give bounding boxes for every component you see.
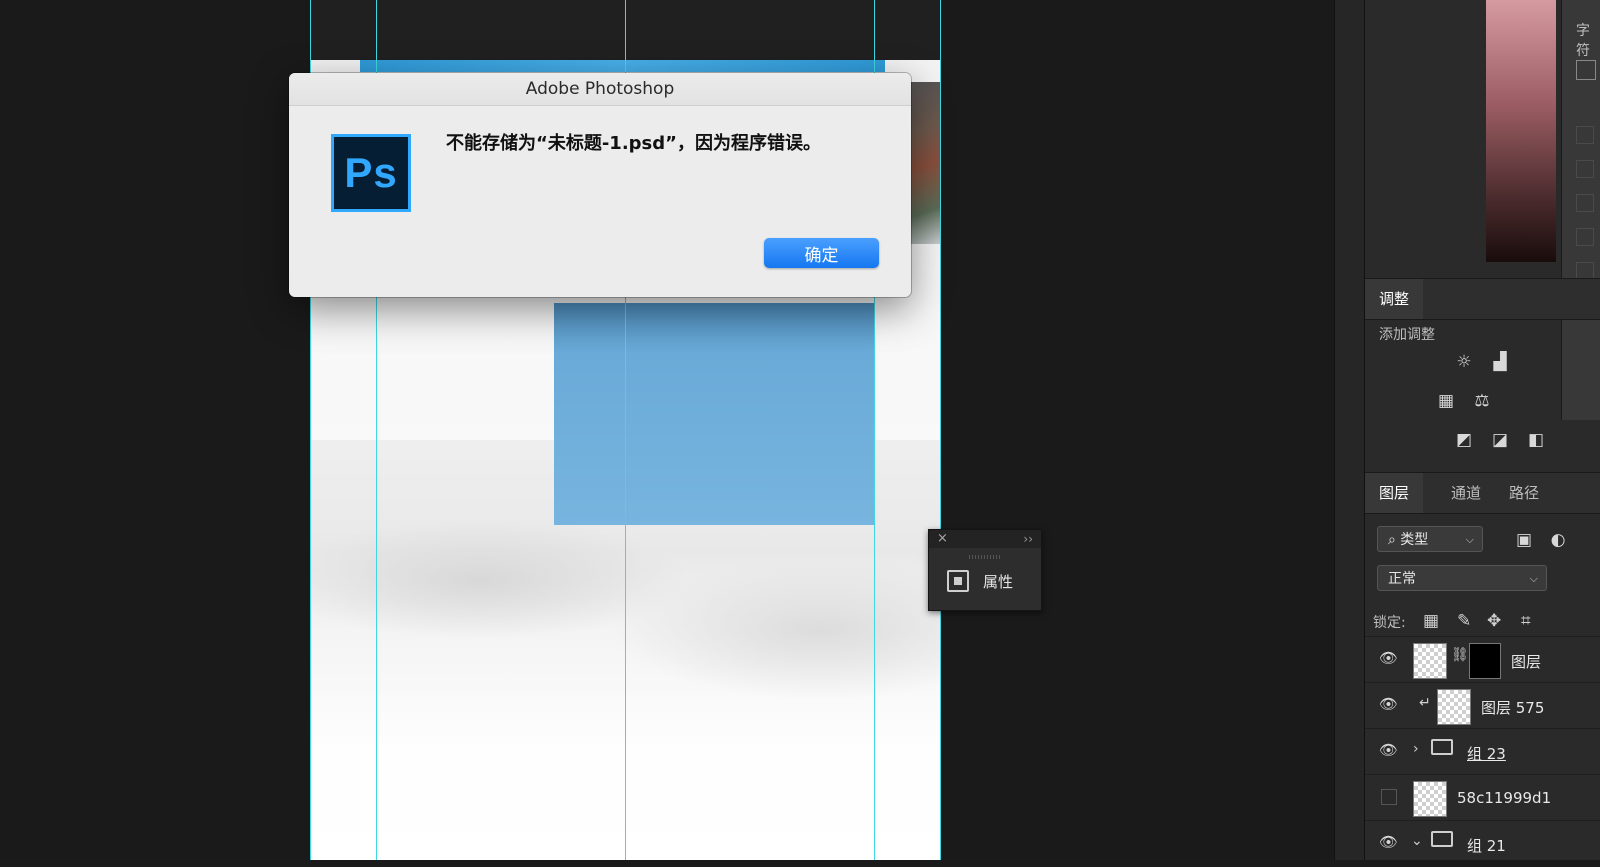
link-icon[interactable]: ⛓: [1451, 647, 1469, 663]
blue-rectangle-layer: [554, 303, 874, 525]
lock-move-icon[interactable]: ✥: [1487, 611, 1501, 631]
image-filter-icon[interactable]: ▣: [1513, 530, 1535, 550]
lock-brush-icon[interactable]: ✎: [1457, 611, 1471, 631]
layer-mask-thumbnail[interactable]: [1469, 643, 1501, 679]
swatch[interactable]: [1576, 228, 1594, 246]
layer-filter-dropdown[interactable]: ⌕ 类型 ⌵: [1377, 526, 1483, 552]
layer-thumbnail: [1413, 643, 1447, 679]
folder-icon: [1431, 739, 1453, 755]
error-message: 不能存储为“未标题-1.psd”，因为程序错误。: [446, 133, 821, 154]
adjustments-tabbar: 调整: [1365, 278, 1600, 320]
eye-icon[interactable]: 👁: [1379, 833, 1398, 851]
error-dialog: Adobe Photoshop Ps 不能存储为“未标题-1.psd”，因为程序…: [289, 73, 911, 297]
gradient-map-icon[interactable]: ◪: [1489, 430, 1511, 450]
hidden-eye-box[interactable]: [1381, 789, 1397, 805]
eye-icon[interactable]: 👁: [1379, 649, 1398, 667]
drag-grip[interactable]: [969, 555, 1001, 559]
channel-mixer-icon[interactable]: ▦: [1435, 391, 1457, 411]
folder-icon: [1431, 831, 1453, 847]
adjustments-panel: 调整 添加调整 ☼ ▟ ▦ ⚖ ◩ ◪ ◧: [1365, 278, 1600, 450]
layer-thumbnail: [1413, 781, 1447, 817]
mini-panel-header[interactable]: × ››: [929, 530, 1041, 548]
clipping-arrow-icon: ↵: [1419, 695, 1431, 711]
tab-channels[interactable]: 通道: [1451, 473, 1481, 513]
lock-label: 锁定:: [1373, 615, 1406, 631]
lock-transparency-icon[interactable]: ▦: [1423, 611, 1439, 631]
layer-row[interactable]: 58c11999d1: [1365, 774, 1600, 821]
tab-adjustments[interactable]: 调整: [1365, 279, 1424, 319]
collapse-icon[interactable]: ››: [1023, 530, 1033, 548]
eye-icon[interactable]: 👁: [1379, 695, 1398, 713]
layers-panel: 图层 通道 路径: [1365, 472, 1600, 514]
layer-thumbnail: [1437, 689, 1471, 725]
layer-name: 图层 575: [1481, 699, 1545, 717]
ok-button[interactable]: 确定: [764, 238, 879, 268]
properties-label: 属性: [983, 572, 1014, 591]
chevron-down-icon[interactable]: ⌄: [1411, 833, 1423, 849]
banner-image: [360, 60, 885, 72]
chevron-down-icon: ⌵: [1529, 572, 1538, 585]
canvas-scrollbar[interactable]: [1334, 0, 1365, 860]
curves-icon[interactable]: ◩: [1453, 430, 1475, 450]
swatch[interactable]: [1576, 126, 1594, 144]
tab-paths[interactable]: 路径: [1509, 473, 1539, 513]
layer-name: 58c11999d1: [1457, 789, 1552, 807]
chevron-right-icon[interactable]: ›: [1413, 741, 1419, 757]
add-adjustment-label: 添加调整: [1379, 327, 1435, 343]
swatch[interactable]: [1576, 194, 1594, 212]
eye-icon[interactable]: 👁: [1379, 741, 1398, 759]
lock-row: 锁定: ▦ ✎ ✥ ⌗: [1365, 606, 1600, 636]
layer-row[interactable]: 👁 ⛓ 图层: [1365, 636, 1600, 683]
layer-row[interactable]: 👁 ↵ 图层 575: [1365, 682, 1600, 729]
swatch[interactable]: [1576, 160, 1594, 178]
adjustment-filter-icon[interactable]: ◐: [1547, 530, 1569, 550]
color-picker-field[interactable]: [1486, 0, 1556, 262]
lock-artboard-icon[interactable]: ⌗: [1521, 611, 1531, 631]
photoshop-logo-icon: Ps: [331, 134, 411, 212]
balance-icon[interactable]: ⚖: [1471, 391, 1493, 411]
levels-icon[interactable]: ▟: [1489, 352, 1511, 372]
tool-strip: 字符: [1561, 0, 1600, 420]
layer-name: 组 21: [1467, 837, 1506, 855]
tab-layers[interactable]: 图层: [1365, 473, 1424, 513]
layers-tabbar: 图层 通道 路径: [1365, 472, 1600, 514]
brightness-icon[interactable]: ☼: [1453, 352, 1475, 372]
layer-name: 组 23: [1467, 745, 1506, 763]
brush-icon[interactable]: [1576, 60, 1596, 80]
guide-line[interactable]: [940, 0, 941, 860]
search-icon: ⌕: [1388, 532, 1396, 548]
threshold-icon[interactable]: ◧: [1525, 430, 1547, 450]
filter-label: 类型: [1400, 532, 1429, 548]
layer-name: 图层: [1511, 653, 1542, 671]
layer-row[interactable]: 👁 › 组 23: [1365, 728, 1600, 775]
chevron-down-icon: ⌵: [1465, 533, 1474, 546]
properties-mini-panel[interactable]: × ›› 属性: [928, 529, 1042, 611]
blend-mode-dropdown[interactable]: 正常 ⌵: [1377, 565, 1547, 591]
dialog-title: Adobe Photoshop: [289, 73, 911, 106]
right-panel-dock: 字符 调整 添加调整 ☼ ▟ ▦ ⚖ ◩ ◪ ◧ 图层 通道 路径 ⌕ 类型 ⌵…: [1364, 0, 1600, 860]
close-icon[interactable]: ×: [937, 530, 948, 548]
properties-icon: [947, 570, 969, 592]
character-tab[interactable]: 字符: [1576, 20, 1600, 60]
blend-mode-value: 正常: [1388, 571, 1416, 587]
properties-button[interactable]: 属性: [947, 570, 1013, 592]
